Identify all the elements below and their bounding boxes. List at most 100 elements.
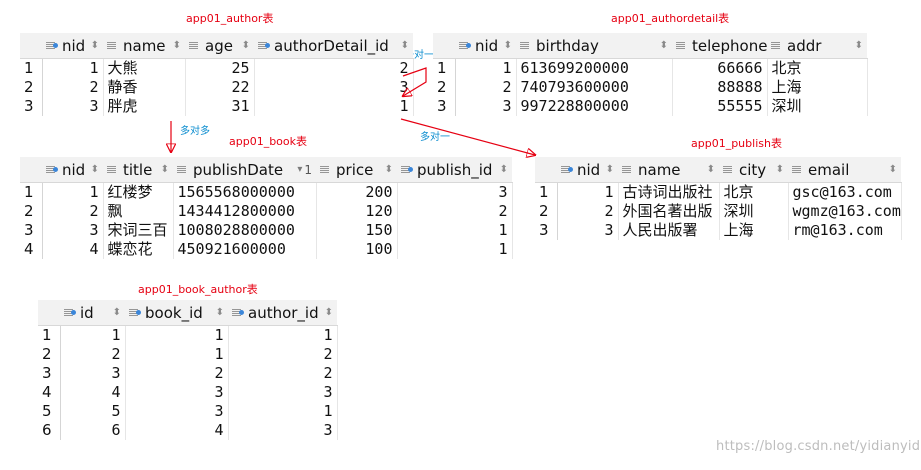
sort-icon[interactable]: ⬍: [385, 164, 393, 175]
cell-title[interactable]: 蝶恋花: [103, 240, 174, 259]
column-header-author-id[interactable]: author_id ⬍: [228, 300, 337, 326]
cell-name[interactable]: 古诗词出版社: [618, 182, 720, 202]
column-header-name[interactable]: name ⬍: [618, 157, 719, 183]
cell-price[interactable]: 100: [316, 240, 398, 259]
cell-city[interactable]: 上海: [719, 221, 789, 240]
cell-publishdate[interactable]: 1565568000000: [173, 182, 317, 202]
cell-publish-id[interactable]: 3: [397, 182, 513, 202]
cell-author-id[interactable]: 1: [228, 325, 338, 345]
table-row[interactable]: 1 1 大熊 25 2: [20, 58, 414, 78]
cell-author-id[interactable]: 2: [228, 364, 338, 383]
row-number[interactable]: 4: [20, 240, 43, 259]
table-row[interactable]: 2 2 740793600000 88888 上海: [433, 78, 868, 97]
sort-icon[interactable]: ⬍: [889, 164, 897, 175]
column-header-age[interactable]: age ⬍: [185, 33, 254, 59]
cell-title[interactable]: 宋词三百: [103, 221, 174, 240]
column-header-price[interactable]: price ⬍: [316, 157, 397, 183]
sort-icon[interactable]: ⬍: [173, 40, 181, 51]
cell-id[interactable]: 6: [60, 421, 126, 440]
row-number[interactable]: 5: [38, 402, 61, 421]
cell-book-id[interactable]: 1: [125, 325, 229, 345]
cell-publishdate[interactable]: 450921600000: [173, 240, 317, 259]
table-row[interactable]: 1 1 613699200000 66666 北京: [433, 58, 868, 78]
sort-icon[interactable]: ⬍: [855, 40, 863, 51]
cell-authordetail-id[interactable]: 1: [254, 97, 414, 116]
cell-publishdate[interactable]: 1434412800000: [173, 202, 317, 221]
column-header-nid[interactable]: nid ⬍: [42, 157, 103, 183]
cell-nid[interactable]: 3: [557, 221, 619, 240]
sort-icon[interactable]: ⬍: [113, 307, 121, 318]
table-row[interactable]: 6 6 4 3: [38, 421, 338, 440]
row-number[interactable]: 3: [433, 97, 456, 116]
cell-nid[interactable]: 1: [455, 58, 517, 78]
cell-book-id[interactable]: 3: [125, 383, 229, 402]
column-header-nid[interactable]: nid ⬍: [557, 157, 618, 183]
column-header-addr[interactable]: addr ⬍: [767, 33, 867, 59]
cell-publish-id[interactable]: 1: [397, 221, 513, 240]
cell-price[interactable]: 120: [316, 202, 398, 221]
row-number[interactable]: 3: [535, 221, 558, 240]
row-number[interactable]: 2: [20, 78, 43, 97]
table-row[interactable]: 1 1 古诗词出版社 北京 gsc@163.com: [535, 182, 902, 202]
column-header-publish-id[interactable]: publish_id ⬍: [397, 157, 512, 183]
cell-publish-id[interactable]: 2: [397, 202, 513, 221]
cell-birthday[interactable]: 613699200000: [516, 58, 673, 78]
column-header-nid[interactable]: nid ⬍: [455, 33, 516, 59]
table-row[interactable]: 2 2 静香 22 3: [20, 78, 414, 97]
cell-age[interactable]: 31: [185, 97, 255, 116]
cell-name[interactable]: 大熊: [103, 58, 186, 78]
cell-addr[interactable]: 北京: [767, 58, 868, 78]
cell-addr[interactable]: 深圳: [767, 97, 868, 116]
cell-author-id[interactable]: 3: [228, 383, 338, 402]
cell-id[interactable]: 5: [60, 402, 126, 421]
cell-author-id[interactable]: 2: [228, 345, 338, 364]
column-header-nid[interactable]: nid ⬍: [42, 33, 103, 59]
cell-book-id[interactable]: 3: [125, 402, 229, 421]
column-header-id[interactable]: id ⬍: [60, 300, 125, 326]
table-row[interactable]: 3 3 997228800000 55555 深圳: [433, 97, 868, 116]
column-header-birthday[interactable]: birthday ⬍: [516, 33, 672, 59]
cell-email[interactable]: wgmz@163.com: [788, 202, 902, 221]
row-number[interactable]: 1: [20, 182, 43, 202]
sort-icon[interactable]: ⬍: [707, 164, 715, 175]
cell-name[interactable]: 胖虎: [103, 97, 186, 116]
sort-icon[interactable]: ⬍: [91, 40, 99, 51]
cell-id[interactable]: 3: [60, 364, 126, 383]
sort-descending-icon[interactable]: ▾: [297, 164, 302, 175]
cell-book-id[interactable]: 4: [125, 421, 229, 440]
cell-age[interactable]: 25: [185, 58, 255, 78]
row-number[interactable]: 3: [20, 97, 43, 116]
sort-icon[interactable]: ⬍: [606, 164, 614, 175]
sort-icon[interactable]: ⬍: [504, 40, 512, 51]
column-header-email[interactable]: email ⬍: [788, 157, 901, 183]
cell-price[interactable]: 150: [316, 221, 398, 240]
cell-title[interactable]: 飘: [103, 202, 174, 221]
cell-nid[interactable]: 2: [455, 78, 517, 97]
row-number[interactable]: 2: [535, 202, 558, 221]
column-header-name[interactable]: name ⬍: [103, 33, 185, 59]
cell-name[interactable]: 人民出版署: [618, 221, 720, 240]
cell-nid[interactable]: 2: [42, 78, 104, 97]
sort-icon[interactable]: ⬍: [401, 40, 409, 51]
cell-name[interactable]: 外国名著出版: [618, 202, 720, 221]
cell-nid[interactable]: 3: [42, 97, 104, 116]
cell-nid[interactable]: 2: [42, 202, 104, 221]
sort-icon[interactable]: ⬍: [216, 307, 224, 318]
table-row[interactable]: 4 4 蝶恋花 450921600000 100 1: [20, 240, 513, 259]
sort-icon[interactable]: ⬍: [776, 164, 784, 175]
cell-authordetail-id[interactable]: 3: [254, 78, 414, 97]
cell-city[interactable]: 北京: [719, 182, 789, 202]
cell-book-id[interactable]: 1: [125, 345, 229, 364]
column-header-city[interactable]: city ⬍: [719, 157, 788, 183]
cell-publish-id[interactable]: 1: [397, 240, 513, 259]
sort-icon[interactable]: ⬍: [242, 40, 250, 51]
cell-authordetail-id[interactable]: 2: [254, 58, 414, 78]
cell-price[interactable]: 200: [316, 182, 398, 202]
table-row[interactable]: 2 2 飘 1434412800000 120 2: [20, 202, 513, 221]
column-header-authordetail-id[interactable]: authorDetail_id ⬍: [254, 33, 413, 59]
cell-telephone[interactable]: 66666: [672, 58, 768, 78]
table-row[interactable]: 3 3 2 2: [38, 364, 338, 383]
sort-icon[interactable]: ⬍: [325, 307, 333, 318]
cell-addr[interactable]: 上海: [767, 78, 868, 97]
row-number[interactable]: 4: [38, 383, 61, 402]
